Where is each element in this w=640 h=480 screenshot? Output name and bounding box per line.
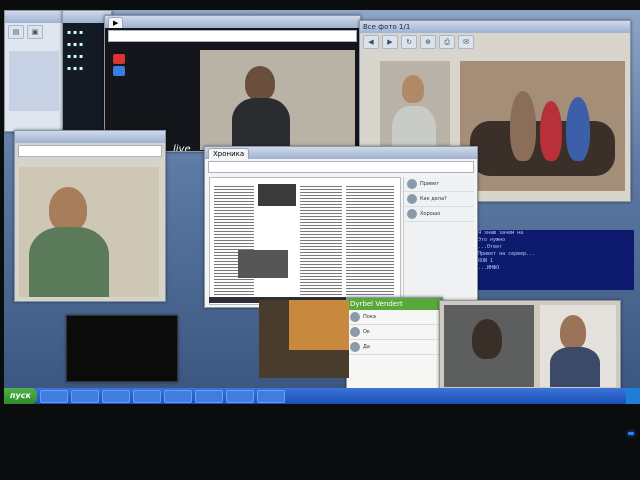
browser-video-address-bar[interactable] <box>108 30 357 42</box>
newspaper-column-3 <box>346 184 394 296</box>
webcam-left-titlebar[interactable] <box>15 131 165 143</box>
folder-icon[interactable]: ▤ <box>8 25 24 39</box>
desktop-icons-area <box>9 51 59 111</box>
group-person-1 <box>510 91 536 161</box>
newspaper-column-2 <box>300 184 342 296</box>
webcam-video-bottom <box>259 300 349 378</box>
zoom-icon[interactable]: ⊕ <box>420 35 436 49</box>
browser-news-titlebar[interactable]: Хроника <box>205 147 477 159</box>
group-person-2 <box>540 101 562 161</box>
browser-news-tab[interactable]: Хроника <box>208 147 250 159</box>
skype-contact-name: Dyrbel Vendert <box>350 300 403 308</box>
avatar <box>350 327 360 337</box>
left-app-toolbar: ▤ ▣ <box>5 23 65 41</box>
photo-viewer-title: Все фото 1/1 <box>363 23 411 31</box>
skype-chat-window[interactable]: Dyrbel Vendert Пока Ок Да <box>346 297 443 394</box>
image-icon[interactable]: ▣ <box>27 25 43 39</box>
chat-message-text: Ок <box>363 329 370 335</box>
terminal-line-0: > Я знаю зачем на <box>472 230 524 236</box>
taskbar-button[interactable] <box>70 389 99 403</box>
newspaper-column-1 <box>214 184 254 296</box>
taskbar-button[interactable] <box>163 389 192 403</box>
bearded-person-head <box>402 75 424 103</box>
webcam-video-left <box>19 167 159 297</box>
newspaper-photo-2 <box>238 250 288 278</box>
rotate-icon[interactable]: ↻ <box>401 35 417 49</box>
webcam-window-bottom-right[interactable] <box>439 300 621 392</box>
live-label: live <box>173 144 191 152</box>
sidebar-item-label: Как дела? <box>420 196 447 202</box>
chat-message: Ок <box>347 325 442 340</box>
webcam-video-br-1 <box>444 305 534 387</box>
sidebar-item[interactable]: Как дела? <box>404 192 474 207</box>
terminal-line-1: > Это нужно <box>472 237 506 243</box>
taskbar-button[interactable] <box>132 389 161 403</box>
newspaper-photo-1 <box>258 184 296 206</box>
terminal-line-5: > ...ИНФО <box>472 265 500 271</box>
browser-news-window[interactable]: Хроника Привет Как дела? Хорошо <box>204 146 478 308</box>
br-person-2-body <box>550 347 600 387</box>
newspaper-page <box>209 177 401 305</box>
chat-message-text: Пока <box>363 314 376 320</box>
sidebar-item-label: Привет <box>420 181 440 187</box>
chat-message: Пока <box>347 310 442 325</box>
mail-icon[interactable]: ✉ <box>458 35 474 49</box>
left-person-head <box>49 187 87 231</box>
browser-video-tab[interactable]: ▶ <box>108 16 124 28</box>
avatar <box>407 209 417 219</box>
person-silhouette <box>245 66 275 100</box>
webcam-video-1 <box>200 50 355 151</box>
webcam-video-br-2 <box>540 305 616 387</box>
system-tray[interactable] <box>625 388 640 404</box>
monitor-screen: ▤ ▣ ▪ ▪ ▪ ▪ ▪ ▪ ▪ ▪ ▪ ▪ ▪ ▪ ▶ live Все фото… <box>4 10 640 404</box>
orange-lamp-glow <box>289 300 349 350</box>
chat-message: Да <box>347 340 442 355</box>
back-icon[interactable]: ◀ <box>363 35 379 49</box>
taskbar-button[interactable] <box>256 389 285 403</box>
terminal-line-2: > ...Ответ <box>472 244 503 250</box>
br-person-2 <box>560 315 586 349</box>
br-person-1 <box>472 319 502 359</box>
webcam-window-left[interactable] <box>14 130 166 302</box>
group-person-3 <box>566 97 590 161</box>
avatar <box>350 342 360 352</box>
taskbar-button[interactable] <box>225 389 254 403</box>
terminal-window[interactable]: > Я знаю зачем на > Это нужно > ...Ответ… <box>469 230 634 290</box>
print-icon[interactable]: ⎙ <box>439 35 455 49</box>
terminal-line-3: > Привет на сервер... <box>472 251 536 257</box>
start-button[interactable]: пуск <box>4 388 37 404</box>
power-led-icon <box>628 432 634 435</box>
channel-panel <box>111 52 191 92</box>
taskbar-button[interactable] <box>194 389 223 403</box>
browser-video-titlebar[interactable]: ▶ <box>105 16 360 28</box>
social-sidebar: Привет Как дела? Хорошо <box>403 177 474 303</box>
black-window[interactable] <box>66 315 178 382</box>
webcam-left-address[interactable] <box>18 145 162 157</box>
taskbar-button[interactable] <box>101 389 130 403</box>
group-photo <box>460 61 625 191</box>
record-icon <box>113 54 125 64</box>
left-app-titlebar[interactable] <box>5 11 65 23</box>
photo-viewer-titlebar[interactable]: Все фото 1/1 <box>360 21 630 33</box>
chat-message-text: Да <box>363 344 370 350</box>
left-person-body <box>29 227 109 297</box>
skype-titlebar[interactable]: Dyrbel Vendert <box>347 298 442 310</box>
forward-icon[interactable]: ▶ <box>382 35 398 49</box>
photo-viewer-toolbar: ◀ ▶ ↻ ⊕ ⎙ ✉ <box>360 33 630 51</box>
terminal-line-4: > RUN 1 <box>472 258 494 264</box>
person-body <box>232 98 290 151</box>
taskbar-button[interactable] <box>39 389 68 403</box>
avatar <box>407 179 417 189</box>
taskbar: пуск <box>4 388 640 404</box>
browser-news-address[interactable] <box>208 161 474 173</box>
stream-icon <box>113 66 125 76</box>
avatar <box>407 194 417 204</box>
left-app-window[interactable]: ▤ ▣ <box>4 10 66 132</box>
sidebar-item[interactable]: Привет <box>404 177 474 192</box>
sidebar-item-label: Хорошо <box>420 211 441 217</box>
sidebar-item[interactable]: Хорошо <box>404 207 474 222</box>
avatar <box>350 312 360 322</box>
